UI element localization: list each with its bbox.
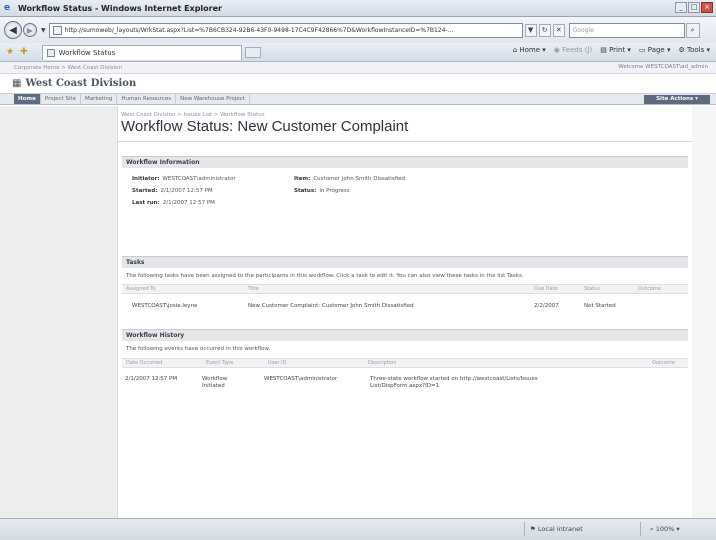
item-row: Item: Customer John Smith Dissatisfied — [294, 176, 406, 182]
nav-new-warehouse-project[interactable]: New Warehouse Project — [176, 94, 250, 104]
forward-button[interactable]: ▶ — [23, 23, 37, 37]
tab-page-icon — [46, 48, 55, 57]
command-bar: ★ ✚ Workflow Status ⌂ Home ▾ ◉ Feeds (J)… — [0, 43, 716, 62]
col-outcome[interactable]: Outcome — [638, 286, 661, 292]
col-status[interactable]: Status — [584, 286, 600, 292]
feeds-button[interactable]: ◉ Feeds (J) — [554, 46, 592, 54]
refresh-icon[interactable]: ↻ — [538, 23, 551, 37]
page-menu-icon: ▭ — [638, 46, 648, 54]
task-status: Not Started — [584, 303, 616, 309]
close-button[interactable]: × — [701, 2, 713, 13]
nav-home[interactable]: Home — [14, 94, 41, 104]
history-user-id: WESTCOAST\administrator — [264, 376, 338, 382]
nav-project-site[interactable]: Project Site — [41, 94, 81, 104]
nav-human-resources[interactable]: Human Resources — [117, 94, 177, 104]
print-icon: ▤ — [600, 46, 610, 54]
col-event-type[interactable]: Event Type — [206, 360, 233, 366]
page-title: Workflow Status: New Customer Complaint — [121, 118, 409, 135]
zone-indicator[interactable]: ⚑ Local intranet — [530, 525, 583, 533]
global-breadcrumb-bar: Corporate Home > West Coast Division Wel… — [0, 62, 716, 74]
feeds-icon: ◉ — [553, 46, 563, 54]
print-button[interactable]: ▤ Print ▾ — [600, 46, 631, 54]
site-header: ▦ West Coast Division — [0, 74, 716, 93]
tab-label: Workflow Status — [58, 48, 116, 57]
nav-marketing[interactable]: Marketing — [81, 94, 118, 104]
search-input[interactable]: Google — [568, 22, 685, 38]
favorites-star-icon[interactable]: ★ — [6, 47, 14, 57]
address-toolbar: ◀ ▶ ▼ http://sumoweb/_layouts/WrkStat.as… — [0, 17, 716, 43]
home-button[interactable]: ⌂ Home ▾ — [513, 46, 546, 54]
task-due-date: 2/2/2007 — [534, 303, 559, 309]
col-due-date[interactable]: Due Date — [534, 286, 558, 292]
minimize-button[interactable]: _ — [675, 2, 687, 13]
col-date-occurred[interactable]: Date Occurred — [126, 360, 162, 366]
page-menu-button[interactable]: ▭ Page ▾ — [639, 46, 671, 54]
status-separator — [524, 522, 525, 536]
left-navigation-panel — [0, 106, 118, 518]
add-favorites-icon[interactable]: ✚ — [20, 47, 28, 57]
tasks-grid-header: Assigned To Title Due Date Status Outcom… — [122, 284, 688, 294]
back-button[interactable]: ◀ — [4, 21, 22, 39]
tasks-description: The following tasks have been assigned t… — [126, 273, 524, 279]
tools-menu-button[interactable]: ⚙ Tools ▾ — [678, 46, 710, 54]
zoom-control[interactable]: ⌕ 100% ▾ — [650, 525, 680, 534]
site-actions-button[interactable]: Site Actions ▾ — [644, 95, 710, 104]
workflow-information-heading: Workflow Information — [122, 156, 688, 168]
url-text: http://sumoweb/_layouts/WrkStat.aspx?Lis… — [64, 26, 454, 34]
status-bar: ⚑ Local intranet ⌕ 100% ▾ — [0, 518, 716, 540]
col-title[interactable]: Title — [248, 286, 259, 292]
intranet-icon: ⚑ — [530, 525, 538, 533]
browser-viewport: Corporate Home > West Coast Division Wel… — [0, 62, 716, 518]
address-dropdown-icon[interactable]: ▼ — [524, 23, 537, 37]
search-icon[interactable]: ⌕ — [685, 22, 700, 38]
top-navigation: Home Project Site Marketing Human Resour… — [0, 93, 716, 105]
main-content: West Coast Division > Issues List > Work… — [118, 106, 692, 518]
welcome-menu[interactable]: Welcome WESTCOAST\ad_admin — [618, 64, 708, 70]
stop-icon[interactable]: ✕ — [552, 23, 565, 37]
internet-explorer-icon: e — [4, 3, 11, 13]
recent-pages-dropdown-icon[interactable]: ▼ — [41, 27, 46, 34]
started-row: Started: 2/1/2007 12:57 PM — [132, 188, 213, 194]
status-row: Status: In Progress — [294, 188, 350, 194]
page-icon — [52, 25, 62, 35]
initiator-row: Initiator: WESTCOAST\administrator — [132, 176, 236, 182]
window-controls: _ □ × — [675, 2, 713, 13]
right-gutter — [692, 106, 716, 518]
window-title: Workflow Status - Windows Internet Explo… — [18, 3, 222, 13]
history-grid-header: Date Occurred Event Type User ID Descrip… — [122, 358, 688, 368]
maximize-button[interactable]: □ — [688, 2, 700, 13]
tab-workflow-status[interactable]: Workflow Status — [41, 44, 242, 60]
item-link[interactable]: Customer John Smith Dissatisfied — [313, 176, 405, 182]
site-logo-icon: ▦ — [12, 78, 22, 89]
history-description-text: Three-state workflow started on http://w… — [370, 376, 538, 389]
col-assigned-to[interactable]: Assigned To — [126, 286, 155, 292]
window-title-bar: e Workflow Status - Windows Internet Exp… — [0, 0, 716, 17]
last-run-row: Last run: 2/1/2007 12:57 PM — [132, 200, 215, 206]
global-breadcrumb[interactable]: Corporate Home > West Coast Division — [14, 65, 122, 71]
command-buttons: ⌂ Home ▾ ◉ Feeds (J) ▤ Print ▾ ▭ Page ▾ … — [513, 46, 710, 54]
history-date: 2/1/2007 12:57 PM — [125, 376, 178, 382]
site-name[interactable]: West Coast Division — [25, 78, 136, 89]
col-description[interactable]: Description — [368, 360, 396, 366]
tools-gear-icon: ⚙ — [678, 46, 687, 54]
address-tools: ▼ ↻ ✕ — [524, 23, 565, 37]
tasks-heading: Tasks — [122, 256, 688, 268]
new-tab-button[interactable] — [244, 46, 261, 58]
task-title-link[interactable]: New Customer Complaint: Customer John Sm… — [248, 303, 414, 309]
col-history-outcome[interactable]: Outcome — [652, 360, 675, 366]
address-field[interactable]: http://sumoweb/_layouts/WrkStat.aspx?Lis… — [48, 22, 523, 38]
workflow-history-heading: Workflow History — [122, 329, 688, 341]
history-description: The following events have occurred in th… — [126, 346, 271, 352]
task-assigned-to[interactable]: WESTCOAST\josie.leyne — [132, 303, 197, 309]
history-event-type: Workflow Initiated — [202, 376, 228, 389]
col-user-id[interactable]: User ID — [268, 360, 286, 366]
title-divider — [118, 141, 692, 142]
status-separator-2 — [640, 522, 641, 536]
